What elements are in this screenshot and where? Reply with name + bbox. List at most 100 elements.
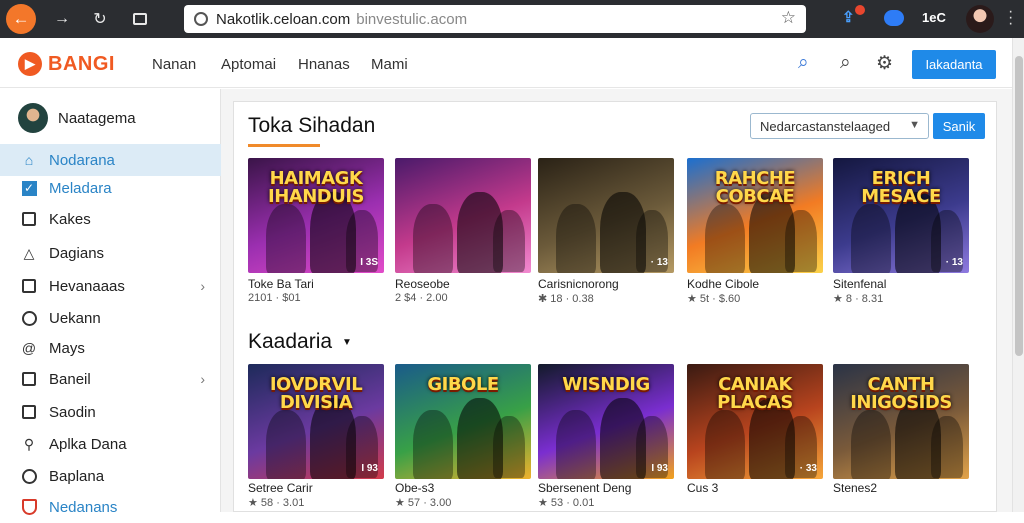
game-art-title: CANTH INIGOSIDS xyxy=(850,374,952,413)
forward-button[interactable]: → xyxy=(48,5,76,33)
game-art-title: ERICH MESACE xyxy=(861,168,941,207)
back-button[interactable]: ← xyxy=(6,4,36,34)
game-art-title: RAHCHE COBCAE xyxy=(714,168,796,207)
search-alt-icon[interactable]: ⌕ xyxy=(840,52,851,74)
chevron-right-icon[interactable]: › xyxy=(200,278,205,294)
collection-icon xyxy=(20,277,38,295)
sidebar-item-baplana[interactable]: Baplana xyxy=(0,460,221,492)
nav-link[interactable]: Mami xyxy=(371,56,408,73)
game-thumbnail[interactable]: GIBOLE xyxy=(395,364,531,479)
search-icon[interactable]: ⌕ xyxy=(798,52,809,74)
nav-link[interactable]: Hnanas xyxy=(298,56,350,73)
character-silhouette xyxy=(851,204,891,273)
character-silhouette xyxy=(413,410,453,479)
game-meta: 2101 · $01 xyxy=(248,292,301,304)
sidebar-item-meladara[interactable]: ✓ Meladara xyxy=(0,172,221,204)
chevron-down-icon[interactable]: ▼ xyxy=(342,337,352,348)
sidebar-item-mays[interactable]: @ Mays xyxy=(0,332,221,364)
nav-link[interactable]: Nanan xyxy=(152,56,196,73)
profile-avatar[interactable] xyxy=(966,5,994,33)
sidebar-item-label: Baplana xyxy=(49,467,105,485)
game-thumbnail[interactable] xyxy=(395,158,531,273)
game-thumbnail[interactable]: WISNDIG I 93 xyxy=(538,364,674,479)
chevron-right-icon[interactable]: › xyxy=(200,371,205,387)
extension-label[interactable]: 1eC xyxy=(922,10,946,25)
apply-button[interactable]: Sanik xyxy=(933,113,985,139)
game-thumbnail[interactable]: RAHCHE COBCAE xyxy=(687,158,823,273)
avatar xyxy=(18,103,48,133)
game-title[interactable]: Carisnicnorong xyxy=(538,277,619,291)
reload-button[interactable]: ↻ xyxy=(86,5,114,33)
game-art-title: WISNDIG xyxy=(562,374,650,395)
game-art-title: CANIAK PLACAS xyxy=(717,374,793,413)
tab-overview-button[interactable] xyxy=(126,5,154,33)
box-icon xyxy=(20,210,38,228)
site-logo[interactable]: ▶ BANGI xyxy=(18,52,115,76)
section-title-category[interactable]: Kaadaria xyxy=(248,330,332,354)
chevron-down-icon: ▼ xyxy=(909,119,920,131)
game-meta: ★ 53 · 0.01 xyxy=(538,497,595,509)
character-silhouette xyxy=(931,416,963,478)
game-title[interactable]: Kodhe Cibole xyxy=(687,277,759,291)
sidebar-item-label: Hevanaaas xyxy=(49,277,125,295)
game-art-title: GIBOLE xyxy=(427,374,499,395)
circle-icon xyxy=(20,467,38,485)
page-scrollbar[interactable] xyxy=(1012,38,1024,512)
browser-toolbar: ← → ↻ Nakotlik.celoan.com binvestulic.ac… xyxy=(0,0,1024,38)
bookmark-star-icon[interactable]: ☆ xyxy=(781,8,796,28)
sidebar-item-baneil[interactable]: Baneil › xyxy=(0,363,221,395)
game-title[interactable]: Cus 3 xyxy=(687,481,718,495)
extension-toggle-icon[interactable] xyxy=(884,10,904,26)
user-name: Naatagema xyxy=(58,109,136,127)
character-silhouette xyxy=(266,204,306,273)
nav-link[interactable]: Aptomai xyxy=(221,56,276,73)
sidebar-item-label: Kakes xyxy=(49,210,91,228)
game-meta: ★ 8 · 8.31 xyxy=(833,293,884,305)
game-thumbnail[interactable]: CANIAK PLACAS · 33 xyxy=(687,364,823,479)
game-title[interactable]: Obe-s3 xyxy=(395,481,434,495)
extension-icon[interactable]: ⇪ xyxy=(842,8,855,26)
game-thumbnail[interactable]: IOVDRVIL DIVISIA I 93 xyxy=(248,364,384,479)
game-title[interactable]: Setree Carir xyxy=(248,481,313,495)
logo-play-icon: ▶ xyxy=(18,52,42,76)
game-meta: ★ 5t · $.60 xyxy=(687,293,741,305)
sidebar-item-label: Meladara xyxy=(49,179,112,197)
character-silhouette xyxy=(266,410,306,479)
title-underline xyxy=(248,144,320,147)
game-tag: · 13 xyxy=(650,257,668,268)
game-title[interactable]: Sbersenent Deng xyxy=(538,481,631,495)
sidebar-item-nedanans[interactable]: Nedanans xyxy=(0,491,221,523)
game-thumbnail[interactable]: ERICH MESACE · 13 xyxy=(833,158,969,273)
browser-menu-icon[interactable]: · · · xyxy=(1008,4,1013,32)
sidebar-item-label: Nodarana xyxy=(49,151,115,169)
character-silhouette xyxy=(785,210,817,272)
checkbox-icon: ✓ xyxy=(20,179,38,197)
sidebar-item-kakes[interactable]: Kakes xyxy=(0,203,221,235)
address-bar[interactable]: Nakotlik.celoan.com binvestulic.acom ☆ xyxy=(184,5,806,33)
sidebar-item-saodin[interactable]: Saodin xyxy=(0,396,221,428)
game-thumbnail[interactable]: HAIMAGK IHANDUIS I 3S xyxy=(248,158,384,273)
game-title[interactable]: Toke Ba Tari xyxy=(248,277,314,291)
game-title[interactable]: Sitenfenal xyxy=(833,277,886,291)
character-silhouette xyxy=(556,204,596,273)
site-info-icon[interactable] xyxy=(194,12,208,26)
header-cta-button[interactable]: Iakadanta xyxy=(912,50,996,79)
game-thumbnail[interactable]: CANTH INIGOSIDS xyxy=(833,364,969,479)
sidebar-item-aplka-dana[interactable]: ⚲ Aplka Dana xyxy=(0,428,221,460)
sidebar-item-dagians[interactable]: △ Dagians xyxy=(0,237,221,269)
user-profile[interactable]: Naatagema xyxy=(18,103,136,133)
sidebar-item-uekann[interactable]: Uekann xyxy=(0,302,221,334)
sort-select[interactable]: Nedarcastanstelaaged ▼ xyxy=(750,113,929,139)
circle-icon xyxy=(20,309,38,327)
scrollbar-thumb[interactable] xyxy=(1015,56,1023,356)
game-thumbnail[interactable]: · 13 xyxy=(538,158,674,273)
character-silhouette xyxy=(493,416,525,478)
sidebar-item-label: Mays xyxy=(49,339,85,357)
game-meta: ★ 58 · 3.01 xyxy=(248,497,305,509)
card-icon xyxy=(20,403,38,421)
settings-icon[interactable]: ⚙ xyxy=(876,52,893,75)
game-title[interactable]: Reoseobe xyxy=(395,277,450,291)
logo-text: BANGI xyxy=(48,52,115,75)
game-title[interactable]: Stenes2 xyxy=(833,481,877,495)
sidebar-item-hevanaaas[interactable]: Hevanaaas › xyxy=(0,270,221,302)
